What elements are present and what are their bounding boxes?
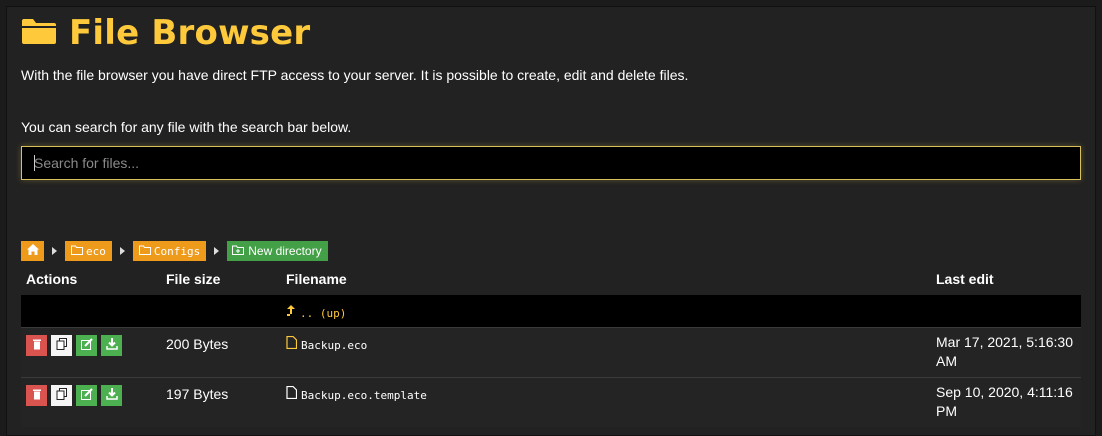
filename-link[interactable]: Backup.eco.template — [286, 385, 427, 404]
last-edit: Mar 17, 2021, 5:16:30 AM — [936, 334, 1073, 369]
up-label: .. (up) — [300, 306, 347, 320]
download-icon — [105, 387, 118, 405]
file-size: 197 Bytes — [166, 386, 229, 402]
column-header-filename[interactable]: Filename — [286, 271, 347, 287]
chevron-right-icon — [52, 247, 57, 255]
file-icon — [286, 385, 298, 404]
text-caret — [34, 155, 35, 171]
row-actions — [26, 385, 122, 406]
table-row: 197 Bytes Backup.eco.template Sep 10, 20… — [21, 377, 1081, 427]
folder-outline-icon — [71, 245, 83, 258]
edit-icon — [80, 387, 93, 405]
breadcrumb-item-eco[interactable]: eco — [65, 241, 112, 261]
folder-outline-icon — [138, 245, 151, 258]
file-icon — [286, 335, 298, 354]
page-title: File Browser — [21, 13, 310, 53]
new-directory-label: New directory — [248, 244, 322, 258]
delete-button[interactable] — [26, 385, 47, 406]
breadcrumb-home[interactable] — [21, 241, 44, 261]
download-button[interactable] — [101, 335, 122, 356]
delete-button[interactable] — [26, 335, 47, 356]
filename-text: Backup.eco.template — [301, 388, 427, 402]
column-header-actions: Actions — [26, 271, 78, 287]
table-row: 200 Bytes Backup.eco Mar 17, 2021, 5:16:… — [21, 327, 1081, 377]
page-title-text: File Browser — [69, 13, 311, 53]
new-directory-button[interactable]: New directory — [227, 241, 328, 261]
copy-button[interactable] — [51, 335, 72, 356]
chevron-right-icon — [214, 247, 220, 255]
folder-icon — [21, 17, 57, 50]
download-button[interactable] — [101, 385, 122, 406]
copy-icon — [56, 337, 68, 355]
up-link[interactable]: .. (up) — [286, 304, 346, 322]
search-bar — [21, 146, 1081, 180]
download-icon — [105, 337, 118, 355]
column-header-last-edit[interactable]: Last edit — [936, 271, 994, 287]
breadcrumb-label: eco — [86, 244, 106, 258]
arrow-up-icon — [286, 304, 296, 322]
search-hint-text: You can search for any file with the sea… — [21, 119, 352, 135]
table-row-up[interactable]: .. (up) — [21, 295, 1081, 327]
breadcrumb-label: Configs — [153, 244, 201, 258]
column-header-size[interactable]: File size — [166, 271, 220, 287]
last-edit: Sep 10, 2020, 4:11:16 PM — [936, 384, 1073, 419]
intro-text: With the file browser you have direct FT… — [21, 67, 689, 83]
folder-plus-icon — [232, 244, 245, 258]
edit-button[interactable] — [76, 335, 97, 356]
file-size: 200 Bytes — [166, 336, 229, 352]
filename-link[interactable]: Backup.eco — [286, 335, 368, 354]
copy-icon — [56, 387, 68, 405]
row-actions — [26, 335, 122, 356]
trash-icon — [32, 337, 42, 355]
trash-icon — [32, 387, 42, 405]
breadcrumb-item-configs[interactable]: Configs — [132, 241, 207, 261]
home-icon — [26, 244, 39, 258]
file-browser-panel: File Browser With the file browser you h… — [6, 6, 1096, 436]
edit-button[interactable] — [76, 385, 97, 406]
filename-text: Backup.eco — [301, 338, 368, 352]
copy-button[interactable] — [51, 385, 72, 406]
edit-icon — [80, 337, 93, 355]
breadcrumb: eco Configs New directory — [21, 241, 328, 261]
search-input[interactable] — [22, 147, 1080, 179]
table-header: Actions File size Filename Last edit — [21, 269, 1081, 295]
chevron-right-icon — [119, 247, 125, 255]
